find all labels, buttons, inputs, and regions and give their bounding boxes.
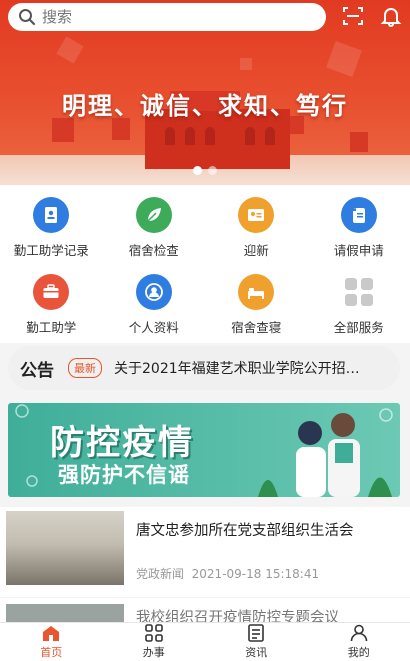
- news-item[interactable]: 我校组织召开疫情防控专题会议: [0, 598, 410, 622]
- search-input[interactable]: [42, 8, 302, 26]
- notice-title: 公告: [20, 360, 54, 381]
- leaf-icon: [135, 197, 172, 233]
- tab-news[interactable]: 资讯: [205, 623, 308, 661]
- service-item[interactable]: 宿舍检查: [103, 197, 206, 274]
- news-title: 唐文忠参加所在党支部组织生活会: [136, 523, 354, 539]
- news-title: 我校组织召开疫情防控专题会议: [136, 610, 339, 622]
- news-item[interactable]: 唐文忠参加所在党支部组织生活会 党政新闻 2021-09-18 15:18:41: [0, 507, 410, 597]
- service-item[interactable]: 全部服务: [308, 274, 410, 351]
- notice-bar[interactable]: 公告 最新 关于2021年福建艺术职业学院公开招聘…: [8, 346, 400, 390]
- tab-label: 首页: [40, 646, 63, 659]
- scroll-icon: [340, 197, 377, 233]
- user-profile-icon: [135, 274, 172, 310]
- id-card-icon: [238, 197, 275, 233]
- scan-icon[interactable]: [342, 5, 364, 27]
- service-item[interactable]: 请假申请: [308, 197, 410, 274]
- document-icon: [248, 624, 265, 642]
- tab-label: 我的: [347, 646, 370, 659]
- tab-label: 资讯: [245, 646, 268, 659]
- epidemic-banner[interactable]: 防控疫情 强防护不信谣: [8, 403, 400, 497]
- service-label: 宿舍查寝: [231, 320, 282, 335]
- user-icon: [350, 624, 368, 642]
- service-item[interactable]: 宿舍查寝: [205, 274, 308, 351]
- new-badge: 最新: [68, 358, 102, 378]
- service-item[interactable]: 勤工助学记录: [0, 197, 103, 274]
- carousel-dot-2[interactable]: [208, 166, 217, 175]
- student-record-icon: [33, 197, 70, 233]
- grid-icon: [144, 624, 163, 642]
- bell-icon[interactable]: [380, 5, 402, 27]
- tab-label: 办事: [142, 646, 165, 659]
- bed-icon: [238, 274, 275, 310]
- service-label: 宿舍检查: [128, 243, 179, 258]
- carousel-dot-1[interactable]: [193, 166, 202, 175]
- news-category: 党政新闻: [136, 567, 185, 581]
- home-icon: [43, 626, 60, 641]
- service-label: 勤工助学: [26, 320, 77, 335]
- news-time: 2021-09-18 15:18:41: [191, 567, 320, 581]
- service-item[interactable]: 个人资料: [103, 274, 206, 351]
- news-meta: 党政新闻 2021-09-18 15:18:41: [136, 565, 319, 582]
- decor-square: [56, 36, 84, 64]
- app-home: 明理、诚信、求知、笃行 勤工助学记录 宿舍检查: [0, 0, 410, 661]
- decor-square: [240, 58, 252, 70]
- bottom-tab-bar: 首页 办事 资讯 我的: [0, 622, 410, 661]
- service-label: 全部服务: [333, 320, 384, 335]
- search-icon: [18, 8, 36, 26]
- grid-apps-icon: [341, 274, 377, 310]
- decor-block: [350, 132, 368, 152]
- service-item[interactable]: 迎新: [205, 197, 308, 274]
- news-thumbnail: [6, 604, 124, 622]
- toolbox-icon: [33, 274, 70, 310]
- service-item[interactable]: 勤工助学: [0, 274, 103, 351]
- notice-text[interactable]: 关于2021年福建艺术职业学院公开招聘…: [114, 358, 372, 378]
- service-label: 迎新: [243, 243, 269, 258]
- search-bar[interactable]: [8, 3, 326, 31]
- service-grid: 勤工助学记录 宿舍检查 迎新 请假申请 勤工助学 个人资料 宿舍查寝 全部服务: [0, 185, 410, 343]
- carousel-dots: [0, 166, 410, 175]
- service-label: 请假申请: [333, 243, 384, 258]
- banner-title: 防控疫情: [50, 423, 194, 463]
- decor-block: [112, 118, 130, 140]
- news-thumbnail: [6, 511, 124, 585]
- tab-profile[interactable]: 我的: [308, 623, 410, 661]
- decor-block: [52, 118, 74, 142]
- hero-slogan: 明理、诚信、求知、笃行: [62, 92, 348, 120]
- decor-square: [326, 41, 362, 77]
- banner-subtitle: 强防护不信谣: [58, 463, 190, 487]
- service-label: 勤工助学记录: [13, 243, 89, 258]
- tab-affairs[interactable]: 办事: [103, 623, 206, 661]
- tab-home[interactable]: 首页: [0, 623, 103, 661]
- service-label: 个人资料: [128, 320, 179, 335]
